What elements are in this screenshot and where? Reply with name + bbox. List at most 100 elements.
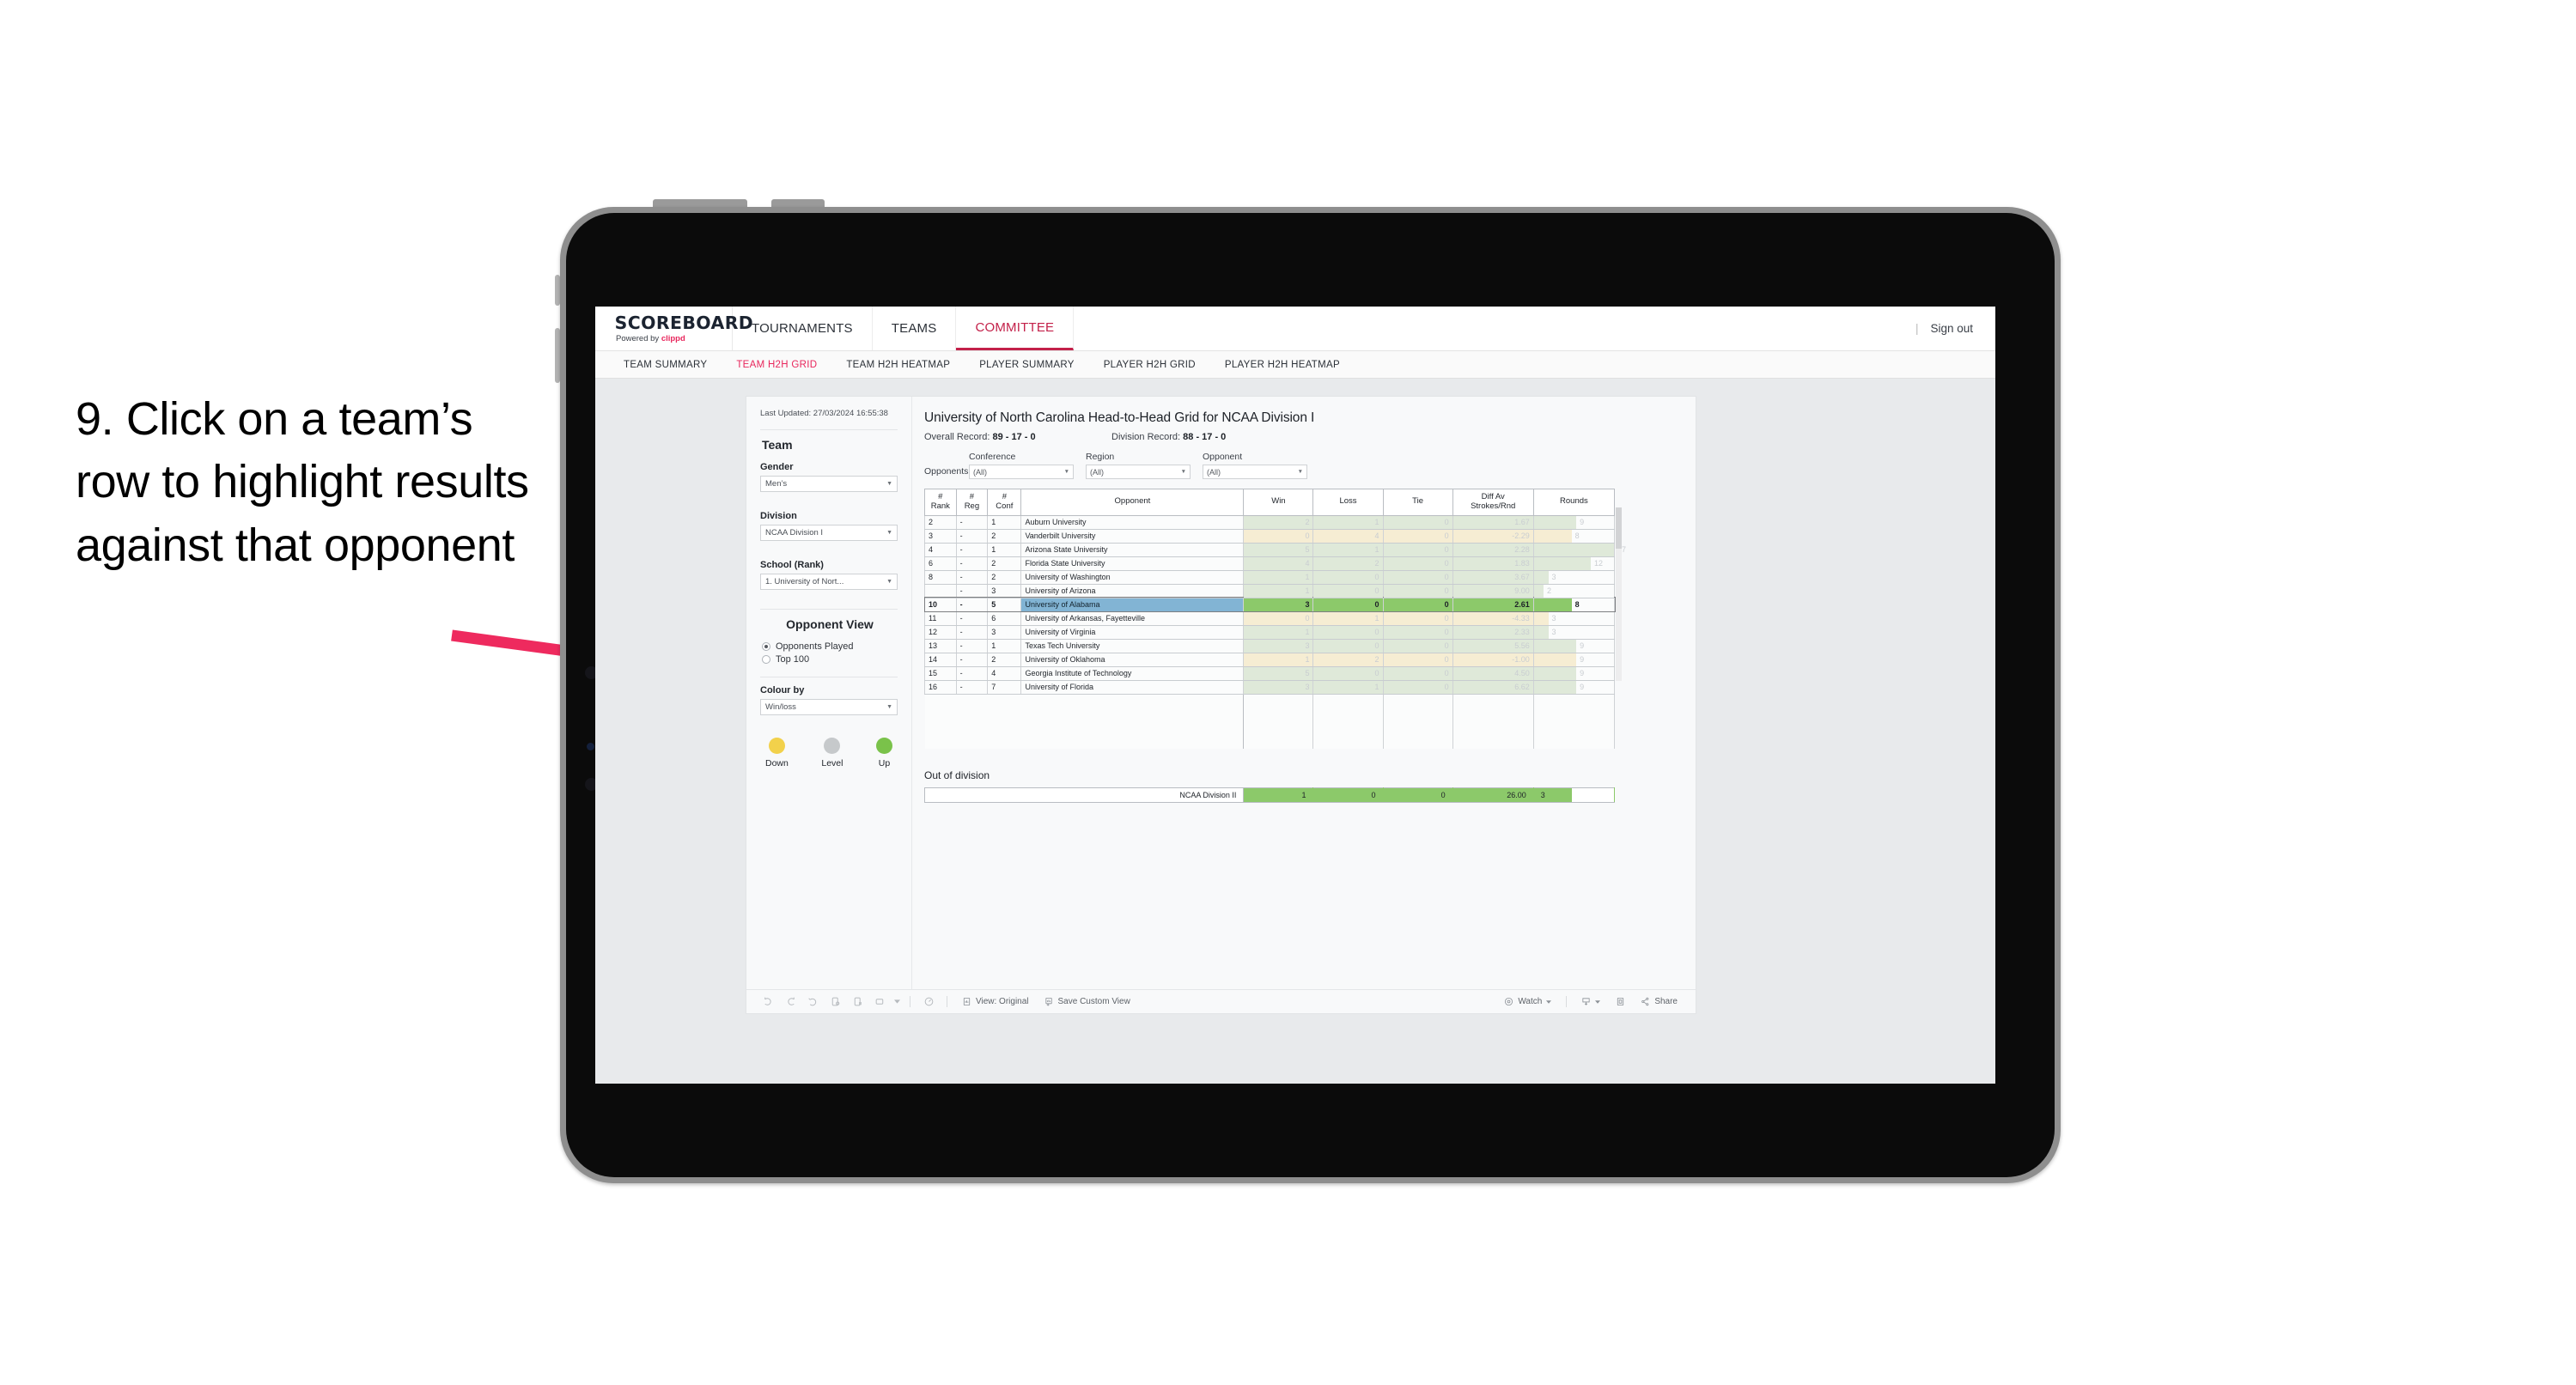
col-tie[interactable]: Tie: [1382, 489, 1453, 516]
cell-opponent: Vanderbilt University: [1020, 529, 1245, 544]
col-diff-av-strokes[interactable]: Diff Av Strokes/Rnd: [1452, 489, 1534, 516]
cell-diff: 4.50: [1452, 666, 1534, 681]
col-reg[interactable]: # Reg: [955, 489, 989, 516]
overall-record: Overall Record: 89 - 17 - 0: [924, 432, 1111, 442]
cell-reg: -: [955, 543, 989, 557]
col-win[interactable]: Win: [1243, 489, 1314, 516]
cell-empty: [1382, 694, 1453, 708]
division-label: Division: [760, 510, 797, 521]
conference-filter-select[interactable]: (All) ▼: [969, 465, 1074, 479]
fullscreen-button[interactable]: [1608, 997, 1633, 1006]
nav-teams[interactable]: TEAMS: [873, 307, 957, 350]
rounds-bar: [1533, 653, 1577, 666]
redo-icon[interactable]: [779, 996, 801, 1007]
cell-rounds: 9: [1532, 666, 1616, 681]
download-button[interactable]: [1574, 997, 1608, 1006]
cell-tie: 0: [1382, 639, 1453, 653]
col-conf[interactable]: # Conf: [987, 489, 1022, 516]
cell-empty: [1243, 708, 1314, 722]
region-filter-select[interactable]: (All) ▼: [1086, 465, 1191, 479]
cell-opponent: University of Florida: [1020, 680, 1245, 695]
revert-icon[interactable]: [801, 996, 824, 1007]
table-row[interactable]: 11-6 University of Arkansas, Fayetteville…: [924, 611, 1616, 626]
cell-conf: 5: [987, 598, 1022, 612]
cell-tie: 0: [1382, 570, 1453, 585]
col-rank[interactable]: # Rank: [924, 489, 957, 516]
conference-filter: Conference (All) ▼: [969, 452, 1074, 479]
table-row[interactable]: 15-4 Georgia Institute of Technology 5 0 0 4.…: [924, 666, 1616, 681]
table-row[interactable]: 3-2 Vanderbilt University 0 4 0 -2.29 8: [924, 529, 1616, 544]
chevron-down-icon[interactable]: [891, 999, 903, 1005]
cell-conf: 3: [987, 625, 1022, 640]
cell-rank: 12: [924, 625, 957, 640]
cell-conf: 2: [987, 556, 1022, 571]
division-select[interactable]: NCAA Division I ▼: [760, 524, 898, 541]
radio-selected-icon: [762, 641, 770, 651]
col-opponent[interactable]: Opponent: [1020, 489, 1245, 516]
col-rounds[interactable]: Rounds: [1532, 489, 1616, 516]
table-row[interactable]: 6-2 Florida State University 4 2 0 1.83 12: [924, 556, 1616, 571]
pause-refresh-icon[interactable]: [846, 996, 868, 1007]
nav-tournaments[interactable]: TOURNAMENTS: [733, 307, 873, 350]
colour-by-select[interactable]: Win/loss ▼: [760, 698, 898, 715]
colour-by-label: Colour by: [760, 684, 805, 696]
table-scrollbar-thumb[interactable]: [1616, 507, 1622, 549]
table-row[interactable]: NCAA Division II 1 0 0 26.00 3: [923, 787, 1616, 804]
tab-player-h2h-heatmap[interactable]: PLAYER H2H HEATMAP: [1210, 360, 1355, 370]
swap-icon[interactable]: [868, 996, 891, 1007]
secondary-nav: TEAM SUMMARY TEAM H2H GRID TEAM H2H HEAT…: [595, 351, 1995, 379]
table-row[interactable]: 16-7 University of Florida 3 1 0 6.62 9: [924, 680, 1616, 695]
cell-loss: 1: [1312, 543, 1384, 557]
rounds-value: 9: [1580, 641, 1585, 651]
opponent-filter-select[interactable]: (All) ▼: [1203, 465, 1307, 479]
col-loss[interactable]: Loss: [1312, 489, 1384, 516]
cell-conf: 1: [987, 543, 1022, 557]
table-row[interactable]: 8-2 University of Washington 1 0 0 3.67 3: [924, 570, 1616, 585]
table-row-selected[interactable]: 10-5 University of Alabama 3 0 0 2.61 8: [923, 597, 1616, 613]
save-custom-view-label: Save Custom View: [1057, 997, 1130, 1006]
tab-player-summary[interactable]: PLAYER SUMMARY: [965, 360, 1089, 370]
table-row[interactable]: 13-1 Texas Tech University 3 0 0 5.56 9: [924, 639, 1616, 653]
out-of-division-heading: Out of division: [924, 769, 990, 782]
chevron-down-icon: ▼: [1063, 469, 1069, 475]
cell-opponent: University of Washington: [1020, 570, 1245, 585]
brand-logo[interactable]: SCOREBOARD Powered by clippd: [595, 307, 753, 350]
school-rank-select[interactable]: 1. University of Nort... ▼: [760, 573, 898, 590]
chevron-down-icon: ▼: [1180, 469, 1186, 475]
pause-icon[interactable]: [917, 996, 940, 1007]
sign-out-link[interactable]: Sign out: [1930, 322, 1973, 335]
tab-team-h2h-heatmap[interactable]: TEAM H2H HEATMAP: [831, 360, 965, 370]
h2h-grid-table: # Rank # Reg # Conf Opponent Win Loss Tie D…: [923, 489, 1626, 750]
undo-icon[interactable]: [757, 996, 779, 1007]
cell-diff: 2.61: [1452, 598, 1534, 612]
cell-rank: 16: [924, 680, 957, 695]
radio-opponents-played[interactable]: Opponents Played: [762, 641, 898, 652]
tab-team-h2h-grid[interactable]: TEAM H2H GRID: [722, 360, 831, 370]
table-scrollbar[interactable]: [1616, 507, 1622, 681]
table-row[interactable]: 4-1 Arizona State University 5 1 0 2.28 17: [924, 543, 1626, 557]
division-record: Division Record: 88 - 17 - 0: [1111, 432, 1226, 442]
table-row[interactable]: 14-2 University of Oklahoma 1 2 0 -1.00 9: [924, 653, 1616, 667]
table-row[interactable]: 12-3 University of Virginia 1 0 0 2.33 3: [924, 625, 1616, 640]
share-button[interactable]: Share: [1633, 997, 1685, 1006]
cell-empty: [1532, 721, 1616, 736]
tab-team-summary[interactable]: TEAM SUMMARY: [609, 360, 722, 370]
view-original-button[interactable]: View: Original: [954, 997, 1037, 1006]
gender-select[interactable]: Men’s ▼: [760, 475, 898, 492]
nav-committee[interactable]: COMMITTEE: [956, 307, 1075, 350]
refresh-icon[interactable]: [824, 996, 846, 1007]
cell-win: 4: [1243, 556, 1314, 571]
cell-reg: -: [955, 639, 989, 653]
gender-value: Men’s: [765, 478, 788, 489]
legend-level-label: Level: [821, 757, 843, 768]
cell-win: 0: [1243, 529, 1314, 544]
save-custom-view-button[interactable]: Save Custom View: [1037, 997, 1138, 1006]
cell-opponent: University of Arizona: [1020, 584, 1245, 598]
table-row[interactable]: -3 University of Arizona 1 0 0 9.00 2: [924, 584, 1616, 598]
tab-player-h2h-grid[interactable]: PLAYER H2H GRID: [1089, 360, 1210, 370]
cell-conf: 7: [987, 680, 1022, 695]
table-row[interactable]: 2-1 Auburn University 2 1 0 1.67 9: [924, 515, 1616, 530]
powered-by-text: Powered by: [616, 333, 660, 343]
watch-button[interactable]: Watch: [1496, 997, 1559, 1006]
radio-top-100[interactable]: Top 100: [762, 654, 898, 665]
